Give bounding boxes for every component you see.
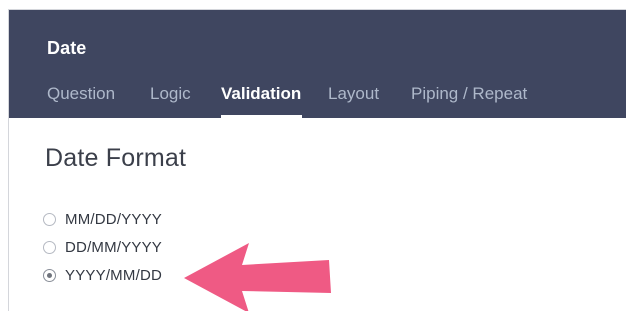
date-format-heading: Date Format [45,144,187,172]
option-label: YYYY/MM/DD [65,266,163,284]
radio-button-selected[interactable] [43,268,56,282]
option-label: MM/DD/YYYY [65,210,163,228]
tab-layout[interactable]: Layout [328,84,379,104]
tab-validation[interactable]: Validation [221,84,301,104]
option-label: DD/MM/YYYY [65,238,163,256]
option-mm-dd-yyyy[interactable]: MM/DD/YYYY [43,205,162,233]
option-dd-mm-yyyy[interactable]: DD/MM/YYYY [43,233,162,261]
option-yyyy-mm-dd[interactable]: YYYY/MM/DD [43,261,162,289]
active-tab-indicator [221,115,302,118]
radio-button[interactable] [43,240,56,254]
date-format-options: MM/DD/YYYY DD/MM/YYYY YYYY/MM/DD [43,205,162,289]
question-editor-panel: Date Question Logic Validation Layout Pi… [8,9,626,311]
editor-header: Date Question Logic Validation Layout Pi… [9,10,626,118]
tab-logic[interactable]: Logic [150,84,191,104]
tab-question[interactable]: Question [47,84,115,104]
tab-piping-repeat[interactable]: Piping / Repeat [411,84,527,104]
radio-button[interactable] [43,212,56,226]
arrow-left-icon [184,243,331,311]
editor-tabs: Question Logic Validation Layout Piping … [9,82,626,118]
question-type-title: Date [47,38,87,58]
